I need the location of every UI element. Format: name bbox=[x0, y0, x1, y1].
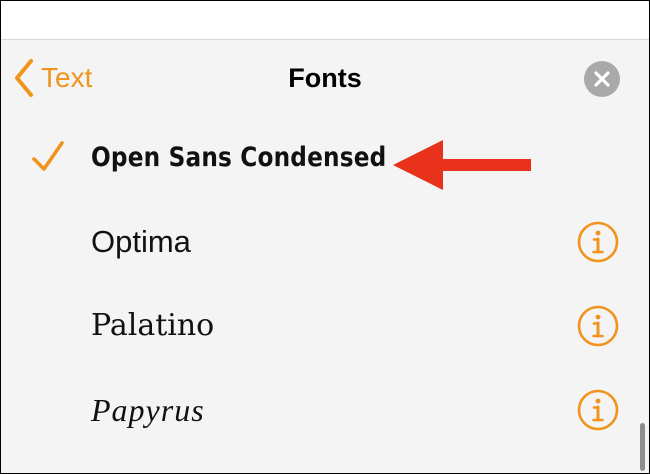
info-icon[interactable] bbox=[577, 389, 619, 431]
font-row-papyrus[interactable]: Papyrus bbox=[1, 368, 649, 452]
screenshot-frame: Text Fonts Open Sans Condensed Optima Pa… bbox=[0, 0, 650, 474]
font-name: Open Sans Condensed bbox=[91, 142, 387, 173]
font-list: Open Sans Condensed Optima Palatino Papy… bbox=[1, 116, 649, 452]
font-name: Optima bbox=[91, 224, 191, 259]
close-button[interactable] bbox=[584, 61, 620, 97]
info-icon[interactable] bbox=[577, 221, 619, 263]
font-row-open-sans-condensed[interactable]: Open Sans Condensed bbox=[1, 116, 649, 200]
scrollbar[interactable] bbox=[640, 423, 645, 471]
font-name: Papyrus bbox=[91, 392, 205, 428]
page-title: Fonts bbox=[288, 63, 362, 93]
font-row-palatino[interactable]: Palatino bbox=[1, 284, 649, 368]
font-row-optima[interactable]: Optima bbox=[1, 200, 649, 284]
top-bar bbox=[1, 1, 649, 40]
checkmark-icon bbox=[31, 137, 65, 182]
info-icon[interactable] bbox=[577, 305, 619, 347]
font-name: Palatino bbox=[91, 308, 215, 343]
red-arrow-annotation bbox=[393, 140, 533, 195]
nav-bar: Text Fonts bbox=[1, 40, 649, 116]
fonts-popover: Text Fonts Open Sans Condensed Optima Pa… bbox=[1, 40, 649, 473]
